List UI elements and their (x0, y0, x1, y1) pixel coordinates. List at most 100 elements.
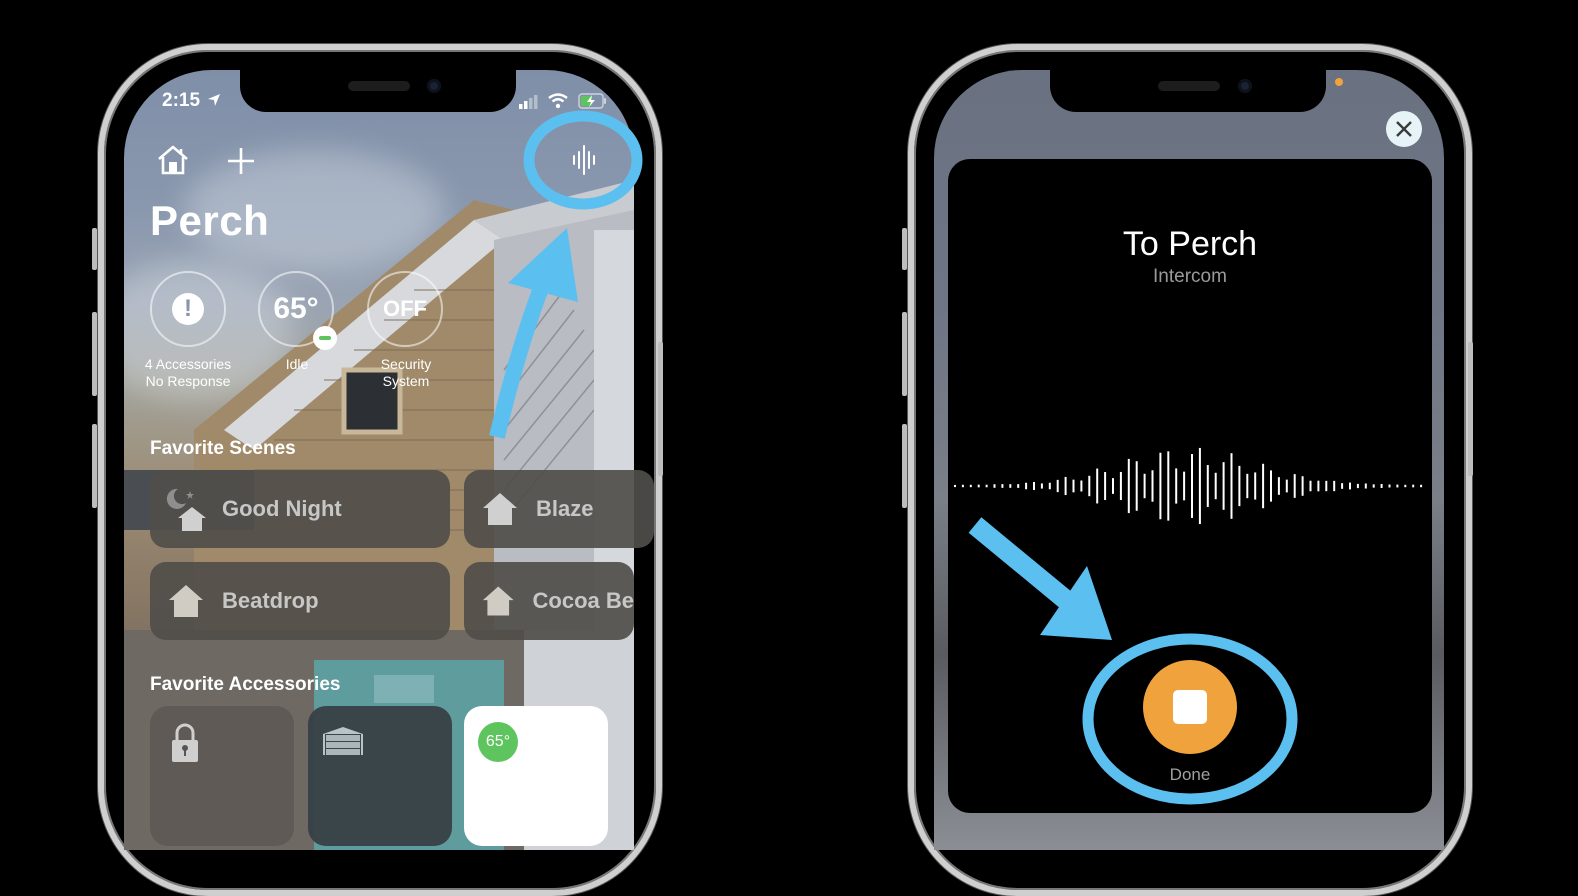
wifi-icon (548, 93, 568, 109)
waveform-bar (1183, 471, 1186, 501)
lock-icon (172, 723, 198, 762)
scene-cocoa[interactable]: Cocoa Be (464, 562, 634, 640)
close-button[interactable] (1386, 111, 1422, 147)
waveform-bar (969, 484, 972, 488)
intercom-waveform-icon[interactable] (570, 144, 600, 176)
location-arrow-icon (208, 94, 221, 106)
waveform-bar (1262, 463, 1265, 509)
waveform-bar (1349, 482, 1351, 490)
waveform-bar (1191, 454, 1193, 518)
waveform-bar (1056, 479, 1059, 493)
security-status-button[interactable]: OFF (367, 271, 443, 347)
garage-door-icon (323, 727, 363, 755)
accessory-thermostat-tile[interactable]: 65° (464, 706, 608, 846)
favorite-scenes-title: Favorite Scenes (150, 438, 296, 459)
security-status-label: Security System (380, 356, 432, 389)
waveform-bar (1356, 483, 1359, 489)
waveform-bar (1198, 447, 1201, 525)
waveform-bar (1072, 479, 1075, 493)
waveform-bar (1301, 476, 1304, 496)
waveform-bar (1270, 470, 1272, 502)
waveform-bar (1135, 461, 1138, 511)
waveform-bar (1025, 482, 1028, 490)
accessory-lock-tile[interactable] (150, 706, 294, 846)
house-icon (483, 493, 517, 525)
minus-badge-icon (313, 326, 337, 350)
waveform-bar (1167, 451, 1170, 521)
house-icon (169, 585, 203, 617)
front-camera (427, 79, 441, 93)
scene-beatdrop[interactable]: Beatdrop (150, 562, 450, 640)
waveform-bar (1254, 472, 1257, 500)
waveform-bar (993, 484, 996, 488)
volume-up-button (902, 312, 907, 396)
waveform-bar (954, 484, 956, 488)
waveform-bar (1230, 453, 1233, 519)
favorite-accessories-title: Favorite Accessories (150, 674, 341, 695)
waveform-bar (1293, 474, 1296, 498)
thermostat-icon: 65° (478, 722, 518, 762)
waveform-bar (1033, 481, 1035, 491)
waveform-bar (985, 484, 988, 488)
scene-good-night[interactable]: Good Night (150, 470, 450, 548)
done-label: Done (1169, 765, 1211, 784)
waveform-bar (1104, 472, 1107, 500)
exclamation-icon: ! (172, 293, 204, 325)
waveform-bar (1064, 476, 1067, 496)
waveform-bar (1001, 484, 1004, 488)
accessories-status-button[interactable]: ! (150, 271, 226, 347)
waveform-bar (1151, 470, 1154, 502)
audio-waveform (954, 447, 1423, 525)
status-time: 2:15 (162, 90, 221, 112)
waveform-bar (1372, 484, 1375, 488)
waveform-bar (1214, 472, 1217, 500)
home-title: Perch (150, 197, 270, 244)
waveform-bar (1317, 480, 1320, 492)
waveform-bar (1040, 483, 1043, 489)
waveform-bar (1222, 462, 1225, 510)
intercom-title: To Perch (1122, 225, 1258, 263)
plus-icon[interactable] (226, 146, 256, 176)
waveform-bar (1206, 465, 1209, 507)
power-button (1468, 342, 1473, 476)
waveform-bar (1143, 473, 1146, 499)
waveform-bar (1080, 480, 1083, 492)
waveform-bar (1127, 458, 1130, 514)
battery-charging-icon (578, 93, 606, 109)
waveform-bar (1017, 484, 1020, 488)
night-house-icon (166, 488, 206, 531)
power-button (658, 342, 663, 476)
waveform-bar (1119, 471, 1122, 501)
house-icon (482, 586, 514, 616)
waveform-bar (961, 484, 964, 488)
accessory-garage-tile[interactable] (308, 706, 452, 846)
earpiece (1158, 81, 1220, 91)
waveform-bar (1285, 479, 1288, 493)
waveform-bar (1364, 483, 1367, 489)
volume-down-button (902, 424, 907, 508)
stop-icon (1173, 690, 1207, 724)
waveform-bar (1325, 480, 1328, 492)
waveform-bar (1088, 475, 1091, 497)
waveform-bar (1380, 483, 1383, 489)
waveform-bar (1238, 465, 1241, 507)
waveform-bar (1246, 473, 1249, 499)
waveform-bar (1096, 468, 1099, 504)
cellular-signal-icon (519, 95, 538, 109)
mute-switch (902, 228, 907, 270)
intercom-subtitle: Intercom (1153, 266, 1227, 287)
waveform-bar (1175, 468, 1178, 504)
volume-down-button (92, 424, 97, 508)
waveform-bar (1396, 484, 1399, 488)
waveform-bar (1309, 480, 1312, 492)
waveform-bar (1112, 478, 1114, 494)
waveform-bar (977, 484, 980, 488)
earpiece (348, 81, 410, 91)
close-icon (1396, 121, 1412, 137)
scene-blaze[interactable]: Blaze (464, 470, 654, 548)
waveform-bar (1159, 452, 1162, 520)
stop-recording-button[interactable] (1143, 660, 1237, 754)
waveform-bar (1420, 484, 1423, 488)
recording-indicator-dot (1335, 78, 1343, 86)
home-icon[interactable] (156, 144, 190, 176)
